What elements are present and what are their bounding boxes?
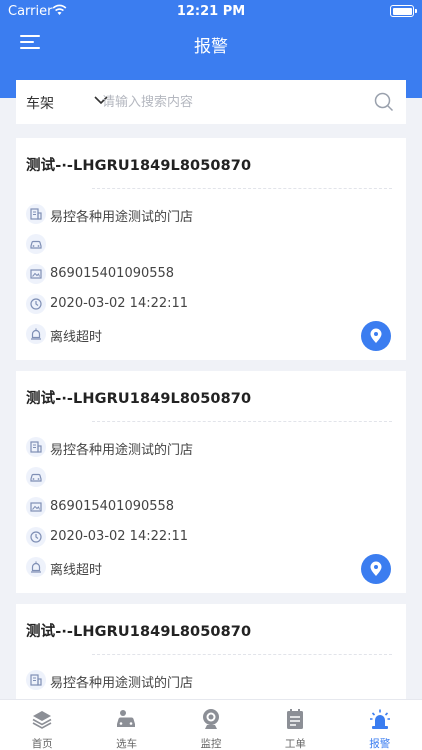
device-imei: 869015401090558 xyxy=(50,266,175,281)
store-name: 易控各种用途测试的门店 xyxy=(50,443,194,458)
store-icon xyxy=(26,437,46,457)
status-time: 12:21 PM xyxy=(176,4,246,19)
alarm-vehicle-title: 测试-·-LHGRU1849L8050870 xyxy=(26,158,252,174)
store-icon xyxy=(26,204,46,224)
alarm-time: 2020-03-02 14:22:11 xyxy=(50,296,189,311)
search-icon[interactable] xyxy=(374,92,394,112)
store-row: 易控各种用途测试的门店 xyxy=(26,202,346,226)
divider xyxy=(92,654,392,655)
imei-row: 869015401090558 xyxy=(26,262,346,286)
car-icon xyxy=(26,234,46,254)
tab-home[interactable]: 首页 xyxy=(0,700,84,750)
clock-icon xyxy=(26,294,46,314)
device-icon xyxy=(26,264,46,284)
battery-icon xyxy=(390,5,417,17)
page-title: 报警 xyxy=(194,37,228,57)
alarm-time: 2020-03-02 14:22:11 xyxy=(50,529,189,544)
search-bar: 车架 xyxy=(16,80,406,124)
device-imei: 869015401090558 xyxy=(50,499,175,514)
car-icon xyxy=(26,467,46,487)
work-order-icon xyxy=(287,709,304,729)
device-icon xyxy=(26,497,46,517)
siren-icon xyxy=(369,709,390,729)
alarm-type-row: 离线超时 xyxy=(26,555,346,579)
tab-label: 报警 xyxy=(369,738,391,750)
camera-monitor-icon xyxy=(202,709,219,729)
tab-alarm[interactable]: 报警 xyxy=(338,700,422,750)
divider xyxy=(92,421,392,422)
location-pin-icon xyxy=(370,561,382,576)
imei-row: 869015401090558 xyxy=(26,495,346,519)
location-button[interactable] xyxy=(361,554,391,584)
store-name: 易控各种用途测试的门店 xyxy=(50,676,194,691)
alarm-card[interactable]: 测试-·-LHGRU1849L8050870 易控各种用途测试的门店 86901… xyxy=(16,371,406,593)
alarm-type-row: 离线超时 xyxy=(26,322,346,346)
alarm-card[interactable]: 测试-·-LHGRU1849L8050870 易控各种用途测试的门店 xyxy=(16,604,406,704)
vehicle-row xyxy=(26,232,346,256)
store-row: 易控各种用途测试的门店 xyxy=(26,668,346,692)
tab-label: 首页 xyxy=(31,738,53,750)
alarm-vehicle-title: 测试-·-LHGRU1849L8050870 xyxy=(26,391,252,407)
alarm-vehicle-title: 测试-·-LHGRU1849L8050870 xyxy=(26,624,252,640)
store-name: 易控各种用途测试的门店 xyxy=(50,210,194,225)
alarm-bell-icon xyxy=(26,557,46,577)
status-bar: Carrier 12:21 PM xyxy=(0,0,422,22)
time-row: 2020-03-02 14:22:11 xyxy=(26,292,346,316)
vehicle-row xyxy=(26,465,346,489)
alarm-card[interactable]: 测试-·-LHGRU1849L8050870 易控各种用途测试的门店 86901… xyxy=(16,138,406,360)
alarm-bell-icon xyxy=(26,324,46,344)
tab-label: 选车 xyxy=(116,738,138,750)
location-button[interactable] xyxy=(361,321,391,351)
divider xyxy=(92,188,392,189)
search-filter-select[interactable]: 车架 xyxy=(26,93,54,113)
tab-label: 监控 xyxy=(200,738,222,750)
alarm-type: 离线超时 xyxy=(50,563,103,578)
store-row: 易控各种用途测试的门店 xyxy=(26,435,346,459)
tab-work-order[interactable]: 工单 xyxy=(253,700,337,750)
tab-monitor[interactable]: 监控 xyxy=(169,700,253,750)
location-pin-icon xyxy=(370,328,382,343)
alarm-type: 离线超时 xyxy=(50,330,103,345)
search-input[interactable] xyxy=(102,90,362,114)
store-icon xyxy=(26,670,46,690)
clock-icon xyxy=(26,527,46,547)
time-row: 2020-03-02 14:22:11 xyxy=(26,525,346,549)
tab-label: 工单 xyxy=(284,738,306,750)
tab-car-select[interactable]: 选车 xyxy=(84,700,168,750)
car-select-icon xyxy=(117,710,136,727)
tab-bar: 首页 选车 监控 工单 报警 xyxy=(0,699,422,750)
home-stack-icon xyxy=(32,711,52,729)
